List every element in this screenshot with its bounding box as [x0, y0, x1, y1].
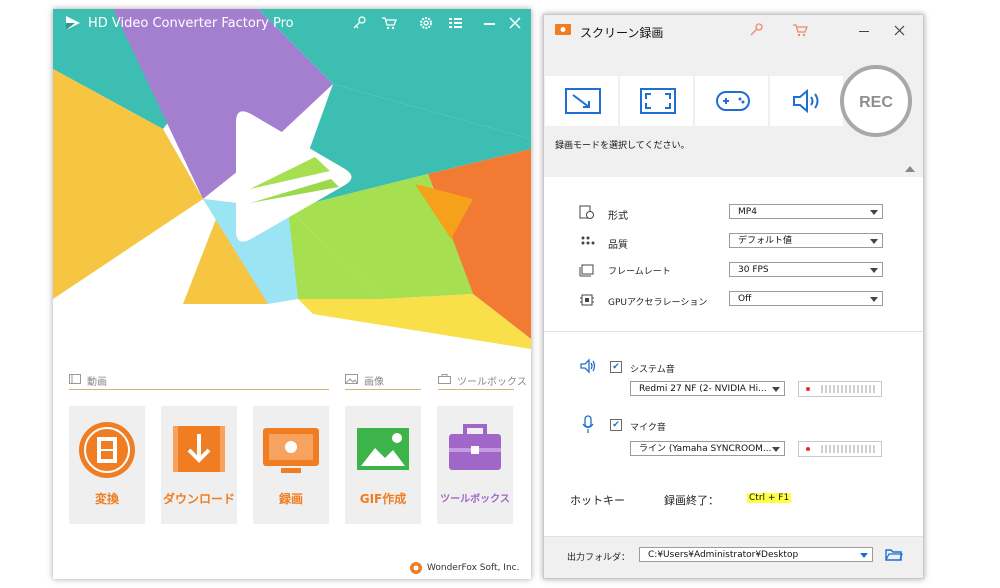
toolbox-card[interactable]: ツールボックス [437, 406, 513, 524]
section-video-divider [69, 389, 329, 390]
quality-icon [581, 236, 595, 245]
toolbox-label: ツールボックス [440, 494, 510, 505]
microphone-icon [582, 415, 594, 433]
hotkey-action-label: 録画終了： [664, 494, 719, 507]
company-footer: WonderFox Soft, Inc. [427, 563, 520, 573]
gif-label: GIF作成 [359, 492, 407, 506]
key-icon[interactable] [352, 16, 366, 30]
framerate-value: 30 FPS [738, 265, 769, 275]
speaker-icon [793, 88, 819, 114]
hero-banner [53, 9, 531, 349]
gamepad-icon [716, 91, 750, 111]
region-capture-icon [565, 88, 601, 114]
rec-label: REC [859, 94, 893, 111]
system-device-select[interactable]: Redmi 27 NF (2- NVIDIA Hi... [630, 381, 785, 396]
framerate-select[interactable]: 30 FPS [729, 262, 883, 277]
quality-label: 品質 [608, 240, 628, 251]
mic-device-select[interactable]: ライン (Yamaha SYNCROOM... [630, 441, 785, 456]
format-icon [579, 205, 594, 219]
toolbox-small-icon [438, 374, 451, 384]
recorder-key-icon[interactable] [749, 23, 763, 37]
output-folder-label: 出力フォルダ： [567, 553, 631, 563]
record-screen-icon [263, 428, 319, 473]
gif-image-icon [357, 428, 409, 470]
hotkey-keys[interactable]: Ctrl + F1 [747, 493, 792, 503]
system-device-value: Redmi 27 NF (2- NVIDIA Hi... [639, 384, 767, 394]
recorder-app-icon [555, 24, 571, 35]
system-sound-checkbox[interactable]: ✔ [610, 361, 622, 373]
format-label: 形式 [608, 211, 628, 222]
region-mode-button[interactable] [545, 76, 618, 126]
framerate-icon [579, 264, 594, 277]
system-sound-icon [580, 358, 596, 374]
wonderfox-logo-icon [410, 562, 422, 574]
gpu-select[interactable]: Off [729, 291, 883, 306]
app-logo-icon [66, 16, 80, 30]
game-mode-button[interactable] [695, 76, 768, 126]
output-path-select[interactable]: C:¥Users¥Administrator¥Desktop [639, 547, 873, 562]
format-select[interactable]: MP4 [729, 204, 883, 219]
framerate-label: フレームレート [608, 267, 671, 277]
output-path-value: C:¥Users¥Administrator¥Desktop [648, 550, 799, 560]
gpu-label: GPUアクセラレーション [608, 298, 708, 308]
gpu-value: Off [738, 294, 752, 304]
folder-icon[interactable] [885, 548, 903, 562]
close-icon[interactable] [509, 17, 521, 29]
convert-card[interactable]: 変換 [69, 406, 145, 524]
quality-value: デフォルト値 [738, 236, 793, 246]
menu-list-icon[interactable] [448, 16, 462, 30]
mode-hint: 録画モードを選択してください。 [555, 141, 690, 151]
cart-icon[interactable] [381, 16, 397, 30]
recorder-minimize-button[interactable] [859, 31, 869, 32]
download-icon [173, 426, 225, 472]
converter-window: HD Video Converter Factory Pro 動画 画像 ツール… [53, 9, 531, 579]
section-toolbox-divider [438, 389, 514, 390]
record-label: 録画 [278, 492, 303, 506]
section-image-label: 画像 [364, 377, 384, 388]
system-sound-label: システム音 [630, 365, 675, 375]
settings-divider [544, 331, 923, 332]
gpu-chip-icon [580, 294, 594, 306]
recorder-cart-icon[interactable] [792, 23, 808, 37]
record-card[interactable]: 録画 [253, 406, 329, 524]
fullscreen-icon [640, 88, 676, 114]
mic-device-value: ライン (Yamaha SYNCROOM... [639, 444, 772, 454]
mic-checkbox[interactable]: ✔ [610, 419, 622, 431]
hotkey-label: ホットキー [570, 494, 625, 507]
quality-select[interactable]: デフォルト値 [729, 233, 883, 248]
system-level-meter [798, 381, 882, 397]
download-card[interactable]: ダウンロード [161, 406, 237, 524]
image-icon [345, 374, 358, 384]
rec-button[interactable]: REC [839, 64, 913, 138]
fullscreen-mode-button[interactable] [620, 76, 693, 126]
recorder-close-icon[interactable] [894, 25, 905, 36]
toolbox-icon [449, 424, 501, 470]
convert-film-icon [79, 422, 135, 478]
recorder-title: スクリーン録画 [580, 26, 664, 40]
audio-mode-button[interactable] [770, 76, 843, 126]
screen-recorder-window: スクリーン録画 REC 録画モードを選択してください。 形式 MP4 品質 デフ… [543, 14, 924, 579]
gif-card[interactable]: GIF作成 [345, 406, 421, 524]
mic-label: マイク音 [630, 423, 666, 433]
section-video-label: 動画 [87, 377, 107, 388]
section-image-divider [345, 389, 421, 390]
format-value: MP4 [738, 207, 757, 217]
section-toolbox-label: ツールボックス [457, 377, 527, 388]
gear-icon[interactable] [419, 16, 433, 30]
film-icon [69, 374, 81, 384]
minimize-button[interactable] [484, 23, 495, 25]
mic-level-meter [798, 441, 882, 457]
collapse-arrow-icon[interactable] [905, 166, 915, 172]
download-label: ダウンロード [162, 492, 235, 506]
convert-label: 変換 [94, 492, 119, 506]
app-title: HD Video Converter Factory Pro [88, 16, 294, 31]
